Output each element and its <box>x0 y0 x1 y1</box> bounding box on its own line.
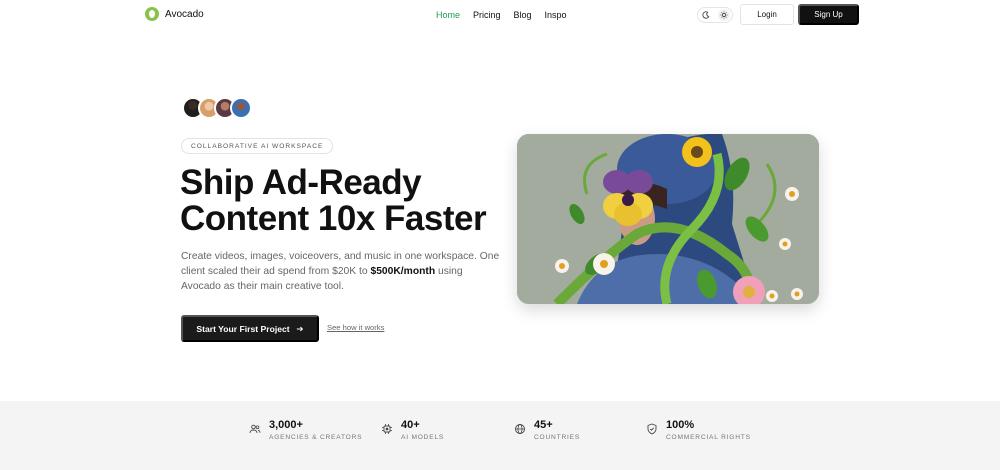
sun-icon[interactable] <box>718 9 730 21</box>
stat-models: 40+ AI MODELS <box>381 419 444 441</box>
headline-line-1: Ship Ad-Ready <box>180 163 422 202</box>
hero-description: Create videos, images, voiceovers, and m… <box>181 249 501 294</box>
avocado-logo-icon <box>145 7 159 21</box>
signup-button[interactable]: Sign Up <box>798 4 859 25</box>
brand-name: Avocado <box>165 8 204 20</box>
avatar <box>230 97 252 119</box>
hero-headline: Ship Ad-Ready Content 10x Faster <box>180 163 487 238</box>
theme-toggle[interactable] <box>697 7 733 23</box>
stat-label: AI MODELS <box>401 434 445 441</box>
nav-home[interactable]: Home <box>436 10 460 20</box>
stat-agencies: 3,000+ AGENCIES & CREATORS <box>249 419 362 441</box>
stat-value: 45+ <box>534 419 553 431</box>
chip-icon <box>382 424 392 434</box>
arrow-right-icon <box>296 326 303 331</box>
avatar-group <box>182 97 252 119</box>
stat-countries: 45+ COUNTRIES <box>514 419 580 441</box>
stat-label: COMMERCIAL RIGHTS <box>666 434 751 441</box>
nav-pricing[interactable]: Pricing <box>473 10 501 20</box>
users-icon <box>249 424 261 434</box>
globe-icon <box>515 424 525 434</box>
login-button[interactable]: Login <box>740 4 794 25</box>
stat-value: 40+ <box>401 419 420 431</box>
stat-rights: 100% COMMERCIAL RIGHTS <box>646 419 751 441</box>
nav-inspo[interactable]: Inspo <box>545 10 567 20</box>
moon-icon[interactable] <box>700 9 712 21</box>
see-how-link[interactable]: See how it works <box>327 323 384 332</box>
stat-value: 100% <box>666 419 695 431</box>
hero-badge: COLLABORATIVE AI WORKSPACE <box>181 138 334 154</box>
description-highlight: $500K/month <box>370 266 436 277</box>
stat-label: COUNTRIES <box>534 434 581 441</box>
hero-image <box>517 134 819 304</box>
shield-icon <box>647 423 657 435</box>
start-project-button[interactable]: Start Your First Project <box>181 315 319 342</box>
brand-logo[interactable]: Avocado <box>145 7 204 21</box>
stats-bar: 3,000+ AGENCIES & CREATORS 40+ AI MODELS… <box>0 401 1000 470</box>
stat-label: AGENCIES & CREATORS <box>269 434 363 441</box>
cta-label: Start Your First Project <box>196 323 290 334</box>
nav-blog[interactable]: Blog <box>514 10 532 20</box>
stat-value: 3,000+ <box>269 419 303 431</box>
main-menu: Home Pricing Blog Inspo <box>436 10 567 20</box>
headline-line-2: Content 10x Faster <box>180 199 487 238</box>
top-nav: Avocado Home Pricing Blog Inspo Login Si… <box>0 0 1000 30</box>
